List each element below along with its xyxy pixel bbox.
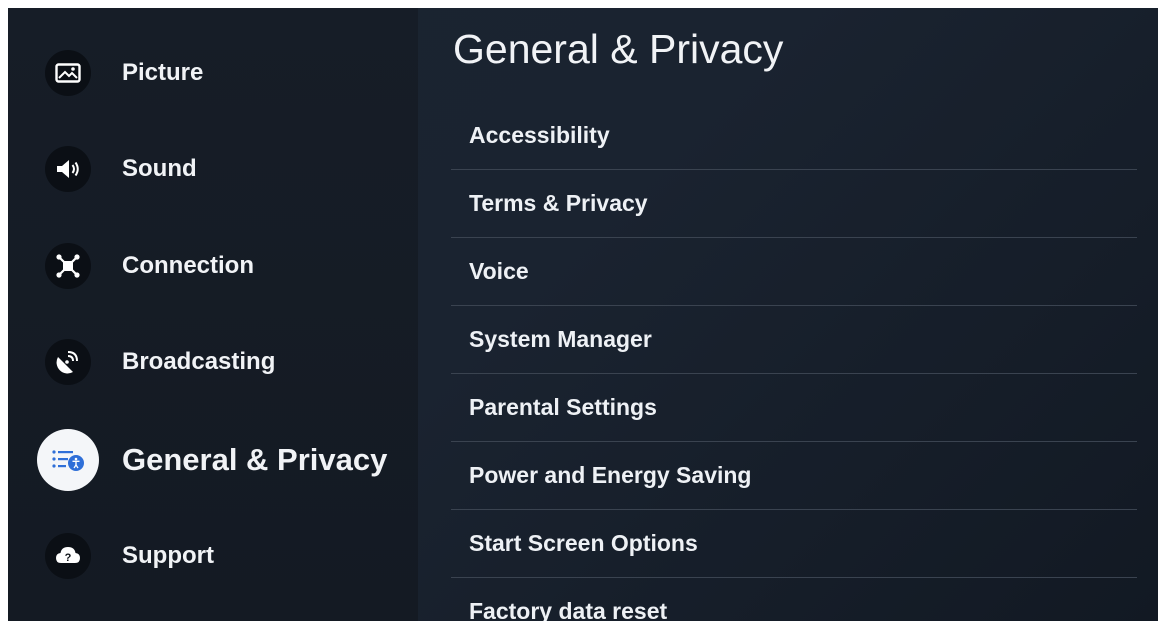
menu-item-label: Parental Settings: [469, 394, 657, 420]
menu-item-label: Factory data reset: [469, 598, 668, 621]
tv-settings-screen: Picture Sound Connection Broadcasting Ge…: [8, 8, 1158, 621]
support-icon: ?: [45, 533, 91, 579]
menu-item-voice[interactable]: Voice: [451, 238, 1137, 306]
sidebar-item-label: Sound: [122, 155, 197, 182]
menu-item-label: Power and Energy Saving: [469, 462, 752, 488]
sidebar-item-sound[interactable]: Sound: [8, 134, 418, 204]
sidebar-item-label: Connection: [122, 252, 254, 279]
menu-item-factory-data-reset[interactable]: Factory data reset: [451, 578, 1137, 621]
menu-item-label: Terms & Privacy: [469, 190, 648, 216]
svg-text:?: ?: [65, 552, 72, 564]
sound-icon: [45, 146, 91, 192]
connection-icon: [45, 243, 91, 289]
sidebar-item-label: Broadcasting: [122, 348, 276, 375]
menu-item-label: System Manager: [469, 326, 652, 352]
menu-item-start-screen-options[interactable]: Start Screen Options: [451, 510, 1137, 578]
sidebar-item-general-privacy[interactable]: General & Privacy: [8, 425, 418, 495]
picture-icon: [45, 50, 91, 96]
sidebar-item-picture[interactable]: Picture: [8, 38, 418, 108]
sidebar-item-support[interactable]: ? Support: [8, 521, 418, 591]
sidebar-item-label: General & Privacy: [122, 442, 388, 477]
page-title: General & Privacy: [453, 26, 784, 72]
sidebar-item-connection[interactable]: Connection: [8, 231, 418, 301]
menu-item-accessibility[interactable]: Accessibility: [451, 102, 1137, 170]
menu-item-label: Start Screen Options: [469, 530, 698, 556]
sidebar-item-label: Support: [122, 542, 214, 569]
menu-item-power-energy-saving[interactable]: Power and Energy Saving: [451, 442, 1137, 510]
sidebar-item-label: Picture: [122, 59, 204, 86]
menu-item-terms-privacy[interactable]: Terms & Privacy: [451, 170, 1137, 238]
broadcasting-icon: [45, 339, 91, 385]
menu-item-parental-settings[interactable]: Parental Settings: [451, 374, 1137, 442]
settings-menu-list: Accessibility Terms & Privacy Voice Syst…: [451, 102, 1137, 621]
sidebar-item-broadcasting[interactable]: Broadcasting: [8, 327, 418, 397]
menu-item-system-manager[interactable]: System Manager: [451, 306, 1137, 374]
settings-sidebar: Picture Sound Connection Broadcasting Ge…: [8, 8, 418, 621]
settings-content: General & Privacy Accessibility Terms & …: [418, 8, 1158, 621]
general-privacy-icon: [37, 429, 99, 491]
menu-item-label: Accessibility: [469, 122, 610, 148]
menu-item-label: Voice: [469, 258, 529, 284]
